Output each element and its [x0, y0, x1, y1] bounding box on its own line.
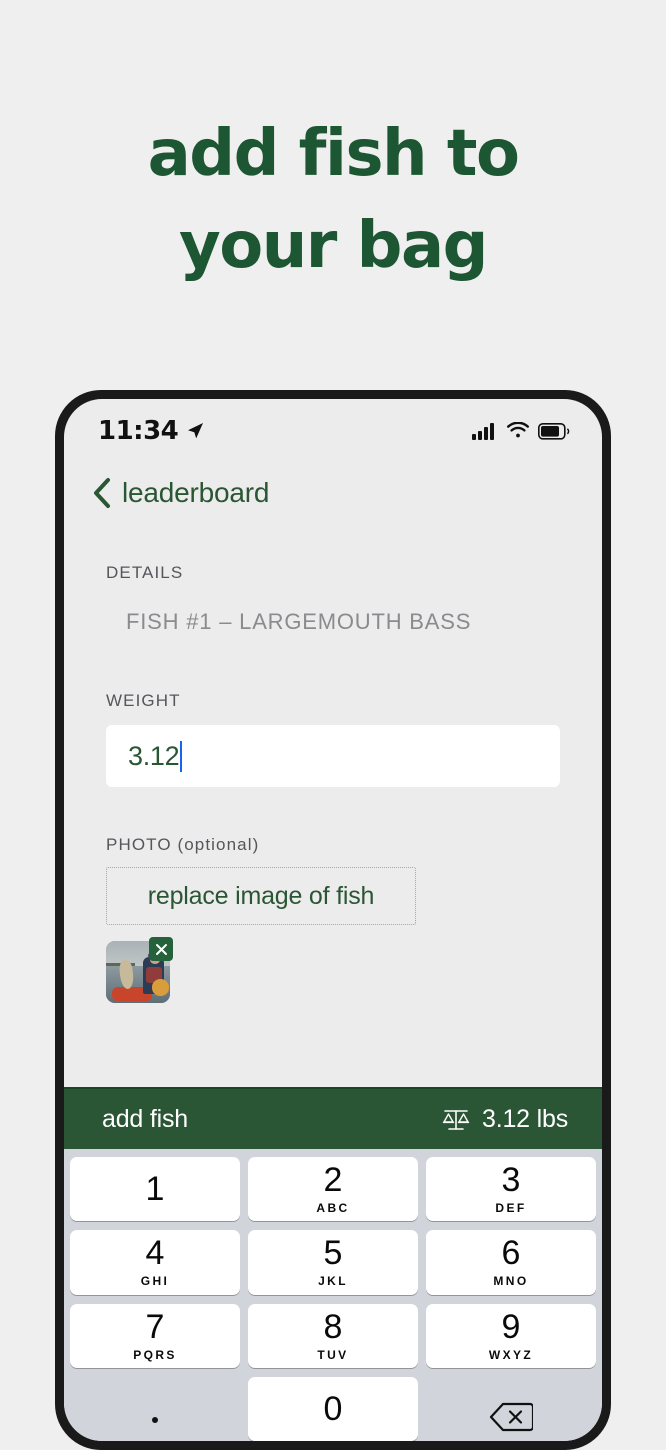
key-letters: TUV	[317, 1347, 349, 1362]
cellular-signal-icon	[472, 423, 494, 440]
battery-icon	[538, 422, 570, 440]
keypad-row-2: 4 GHI 5 JKL 6 MNO	[70, 1230, 596, 1295]
location-arrow-icon	[188, 423, 204, 439]
close-x-icon	[155, 943, 167, 955]
key-2[interactable]: 2 ABC	[248, 1157, 418, 1222]
key-9[interactable]: 9 WXYZ	[426, 1303, 596, 1368]
keypad-row-4: 0	[70, 1376, 596, 1441]
key-digit: 0	[323, 1389, 343, 1428]
details-section-label: DETAILS	[106, 563, 184, 582]
back-nav-label: leaderboard	[122, 477, 270, 508]
replace-image-button[interactable]: replace image of fish	[106, 867, 416, 925]
key-digit: 2	[323, 1161, 343, 1200]
key-4[interactable]: 4 GHI	[70, 1230, 240, 1295]
keypad-row-1: 1 2 ABC 3 DEF	[70, 1157, 596, 1222]
backspace-icon	[489, 1402, 533, 1431]
back-to-leaderboard-button[interactable]: leaderboard	[64, 455, 602, 509]
numeric-keypad: 1 2 ABC 3 DEF 4 GHI 5 JKL 6 MNO 7 PQRS 8…	[64, 1149, 602, 1441]
weight-field-group: WEIGHT 3.12	[106, 691, 560, 787]
thumb-dry-bag	[152, 979, 169, 996]
key-letters: PQRS	[133, 1347, 177, 1362]
wifi-icon	[507, 422, 529, 438]
promo-headline: add fish to your bag	[0, 108, 666, 292]
replace-image-label: replace image of fish	[147, 881, 375, 910]
status-bar: 11:34	[64, 399, 602, 455]
weight-field-label: WEIGHT	[106, 691, 181, 710]
weight-input-value: 3.12	[128, 740, 180, 771]
key-letters: MNO	[493, 1274, 529, 1289]
backspace-icon-wrap	[489, 1401, 533, 1433]
key-3[interactable]: 3 DEF	[426, 1157, 596, 1222]
promo-headline-line-2: your bag	[179, 209, 488, 283]
status-bar-clock: 11:34	[98, 416, 179, 446]
photo-field-group: PHOTO (optional) replace image of fish	[106, 835, 560, 1003]
status-bar-right	[472, 422, 570, 440]
fish-details-value: FISH #1 – LARGEMOUTH BASS	[126, 609, 472, 634]
phone-screen: 11:34 leaderboard DETAILS FISH #1 – LARG…	[64, 399, 602, 1441]
key-7[interactable]: 7 PQRS	[70, 1303, 240, 1368]
key-digit: 1	[145, 1170, 165, 1209]
decimal-point-glyph	[152, 1416, 158, 1423]
key-digit: 6	[501, 1234, 521, 1273]
text-cursor	[180, 740, 183, 772]
key-digit: 4	[145, 1234, 165, 1273]
key-digit: 5	[323, 1234, 343, 1273]
weight-readout-value: 3.12 lbs	[482, 1104, 568, 1133]
key-letters: ABC	[316, 1201, 350, 1216]
phone-mockup-frame: 11:34 leaderboard DETAILS FISH #1 – LARG…	[55, 390, 611, 1450]
key-0[interactable]: 0	[248, 1376, 418, 1441]
key-digit: 7	[145, 1307, 165, 1346]
key-8[interactable]: 8 TUV	[248, 1303, 418, 1368]
fish-entry-form: DETAILS FISH #1 – LARGEMOUTH BASS WEIGHT…	[64, 509, 602, 1003]
photo-thumbnail-wrapper	[106, 937, 173, 1003]
balance-scale-icon	[442, 1110, 470, 1130]
key-backspace[interactable]	[426, 1377, 596, 1441]
key-letters: DEF	[495, 1201, 527, 1216]
key-letters: JKL	[318, 1274, 348, 1289]
weight-readout-group: 3.12 lbs	[442, 1105, 568, 1134]
key-5[interactable]: 5 JKL	[248, 1230, 418, 1295]
remove-photo-button[interactable]	[149, 937, 173, 961]
add-fish-action-bar[interactable]: add fish 3.12 lbs	[64, 1087, 602, 1149]
key-1[interactable]: 1	[70, 1157, 240, 1222]
key-digit: 9	[501, 1307, 521, 1346]
photo-field-label: PHOTO (optional)	[106, 835, 260, 854]
status-bar-left: 11:34	[98, 416, 205, 446]
key-letters: WXYZ	[488, 1347, 534, 1362]
keypad-row-3: 7 PQRS 8 TUV 9 WXYZ	[70, 1303, 596, 1368]
promo-headline-line-1: add fish to	[147, 117, 520, 191]
key-digit: 8	[323, 1307, 343, 1346]
chevron-left-icon	[94, 478, 110, 508]
key-6[interactable]: 6 MNO	[426, 1230, 596, 1295]
key-decimal-point[interactable]	[70, 1377, 240, 1441]
weight-input[interactable]: 3.12	[106, 725, 560, 787]
key-digit: 3	[501, 1161, 521, 1200]
add-fish-button-label: add fish	[102, 1104, 188, 1133]
key-letters: GHI	[140, 1274, 170, 1289]
